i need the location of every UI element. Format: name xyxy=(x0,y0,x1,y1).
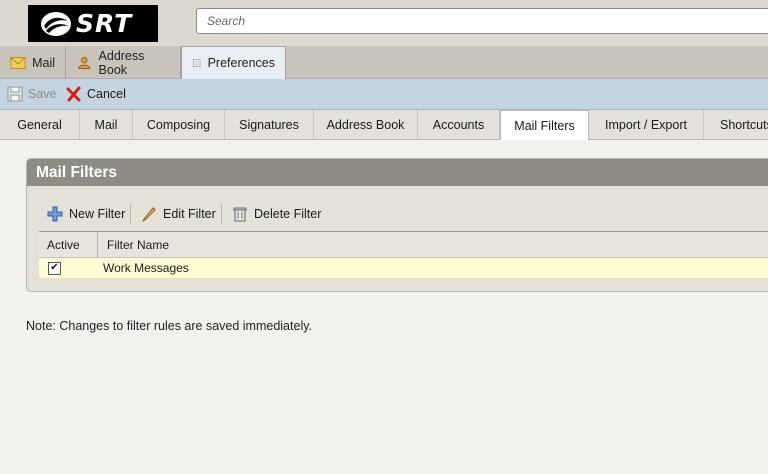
tab-import-export-label: Import / Export xyxy=(605,117,687,132)
tab-address-book-prefs-label: Address Book xyxy=(326,117,405,132)
tab-mail-filters-label: Mail Filters xyxy=(514,118,575,133)
tab-signatures[interactable]: Signatures xyxy=(225,110,314,139)
panel-title: Mail Filters xyxy=(27,159,768,186)
tab-mail-prefs[interactable]: Mail xyxy=(80,110,133,139)
tab-composing-label: Composing xyxy=(146,117,211,132)
edit-filter-button[interactable]: Edit Filter xyxy=(141,199,216,229)
tab-mail-prefs-label: Mail xyxy=(94,117,118,132)
logo-text: SRT xyxy=(76,9,133,38)
tab-general-label: General xyxy=(17,117,62,132)
cancel-label: Cancel xyxy=(87,87,126,101)
table-row[interactable]: ✔ Work Messages xyxy=(39,258,768,279)
active-cell: ✔ xyxy=(39,258,98,278)
save-icon xyxy=(7,86,23,102)
tab-shortcuts-label: Shortcuts xyxy=(720,117,768,132)
preferences-toolbar: Save Cancel xyxy=(0,79,768,110)
preferences-icon xyxy=(193,59,201,67)
delete-filter-label: Delete Filter xyxy=(254,207,322,221)
plus-icon xyxy=(47,206,63,222)
tab-preferences[interactable]: Preferences xyxy=(181,46,286,79)
contacts-icon xyxy=(78,56,91,69)
tab-preferences-label: Preferences xyxy=(207,56,275,70)
tab-import-export[interactable]: Import / Export xyxy=(589,110,704,139)
delete-filter-button[interactable]: Delete Filter xyxy=(232,199,321,229)
cancel-icon xyxy=(66,86,81,102)
save-label: Save xyxy=(28,87,57,101)
save-button[interactable]: Save xyxy=(7,79,57,109)
trash-icon xyxy=(233,207,247,222)
active-checkbox[interactable]: ✔ xyxy=(48,261,61,275)
toolbar-separator xyxy=(221,204,222,224)
filters-table: Active Filter Name ✔ Work Messages xyxy=(39,231,768,279)
filters-toolbar: New Filter Edit Filter Delete Filter xyxy=(27,199,768,229)
app-tab-bar: Mail Address Book Preferences xyxy=(0,46,768,79)
tab-mail-label: Mail xyxy=(32,55,55,70)
tab-shortcuts[interactable]: Shortcuts xyxy=(704,110,768,139)
tab-accounts[interactable]: Accounts xyxy=(418,110,500,139)
tab-general[interactable]: General xyxy=(0,110,80,139)
table-header: Active Filter Name xyxy=(39,232,768,258)
edit-filter-label: Edit Filter xyxy=(163,207,216,221)
tab-mail-filters[interactable]: Mail Filters xyxy=(500,110,589,140)
mail-filters-panel: Mail Filters New Filter Edit Filter Dele… xyxy=(26,158,768,292)
column-header-active[interactable]: Active xyxy=(39,232,98,257)
new-filter-label: New Filter xyxy=(69,207,126,221)
new-filter-button[interactable]: New Filter xyxy=(47,199,125,229)
logo-mark-icon xyxy=(41,11,71,36)
tab-address-book-prefs[interactable]: Address Book xyxy=(314,110,418,139)
app-header: SRT xyxy=(0,0,768,46)
srt-logo: SRT xyxy=(28,5,158,42)
toolbar-separator xyxy=(130,204,131,224)
tab-signatures-label: Signatures xyxy=(239,117,299,132)
pencil-icon xyxy=(141,207,156,222)
search-input[interactable] xyxy=(197,9,768,33)
column-header-filter-name[interactable]: Filter Name xyxy=(98,232,768,257)
tab-address-book-label: Address Book xyxy=(98,48,145,77)
search-box[interactable] xyxy=(196,8,768,34)
tab-address-book[interactable]: Address Book xyxy=(66,47,181,78)
filter-name-cell: Work Messages xyxy=(103,261,189,275)
preferences-tab-bar: General Mail Composing Signatures Addres… xyxy=(0,110,768,140)
tab-accounts-label: Accounts xyxy=(432,117,485,132)
cancel-button[interactable]: Cancel xyxy=(66,79,126,109)
tab-composing[interactable]: Composing xyxy=(133,110,225,139)
mail-icon xyxy=(10,56,26,69)
tab-mail[interactable]: Mail xyxy=(0,47,66,78)
note-text: Note: Changes to filter rules are saved … xyxy=(26,319,313,333)
